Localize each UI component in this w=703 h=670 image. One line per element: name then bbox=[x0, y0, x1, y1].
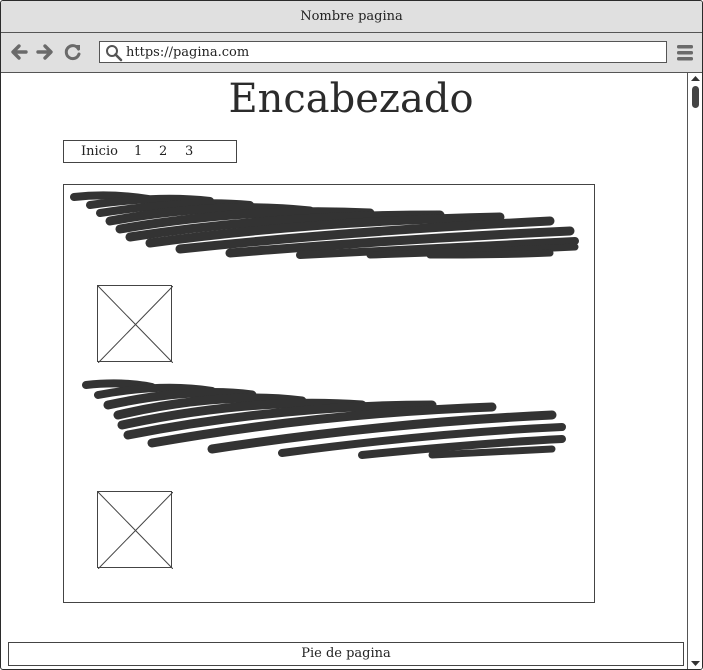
image-placeholder bbox=[97, 491, 173, 569]
url-text: https://pagina.com bbox=[126, 45, 250, 60]
search-icon bbox=[106, 45, 123, 62]
page-footer: Pie de pagina bbox=[8, 642, 684, 666]
scroll-up-icon[interactable] bbox=[691, 75, 700, 82]
scroll-down-icon[interactable] bbox=[691, 660, 700, 667]
scroll-thumb[interactable] bbox=[692, 86, 699, 108]
breadcrumb-item-2[interactable]: 2 bbox=[159, 144, 167, 159]
reload-icon[interactable] bbox=[63, 42, 83, 62]
browser-toolbar: https://pagina.com bbox=[1, 33, 702, 73]
hamburger-menu-icon[interactable] bbox=[677, 44, 693, 62]
breadcrumb-item-3[interactable]: 3 bbox=[185, 144, 193, 159]
address-bar[interactable]: https://pagina.com bbox=[99, 41, 667, 63]
title-bar: Nombre pagina bbox=[1, 1, 702, 33]
breadcrumb: Inicio 1 2 3 bbox=[63, 140, 237, 163]
scribbled-text-block bbox=[70, 191, 579, 259]
page-heading: Encabezado bbox=[228, 76, 474, 122]
page-content: Encabezado Inicio 1 2 3 bbox=[1, 73, 687, 641]
window-title: Nombre pagina bbox=[300, 9, 403, 24]
content-card bbox=[63, 184, 595, 603]
browser-window: Nombre pagina https://pagina.com Encabez… bbox=[0, 0, 703, 670]
breadcrumb-item-1[interactable]: 1 bbox=[134, 144, 142, 159]
vertical-scrollbar[interactable] bbox=[687, 73, 702, 669]
scribbled-text-block bbox=[82, 379, 566, 459]
breadcrumb-item-home[interactable]: Inicio bbox=[81, 144, 118, 159]
image-placeholder bbox=[97, 285, 173, 363]
back-arrow-icon[interactable] bbox=[9, 42, 29, 62]
forward-arrow-icon[interactable] bbox=[35, 42, 55, 62]
